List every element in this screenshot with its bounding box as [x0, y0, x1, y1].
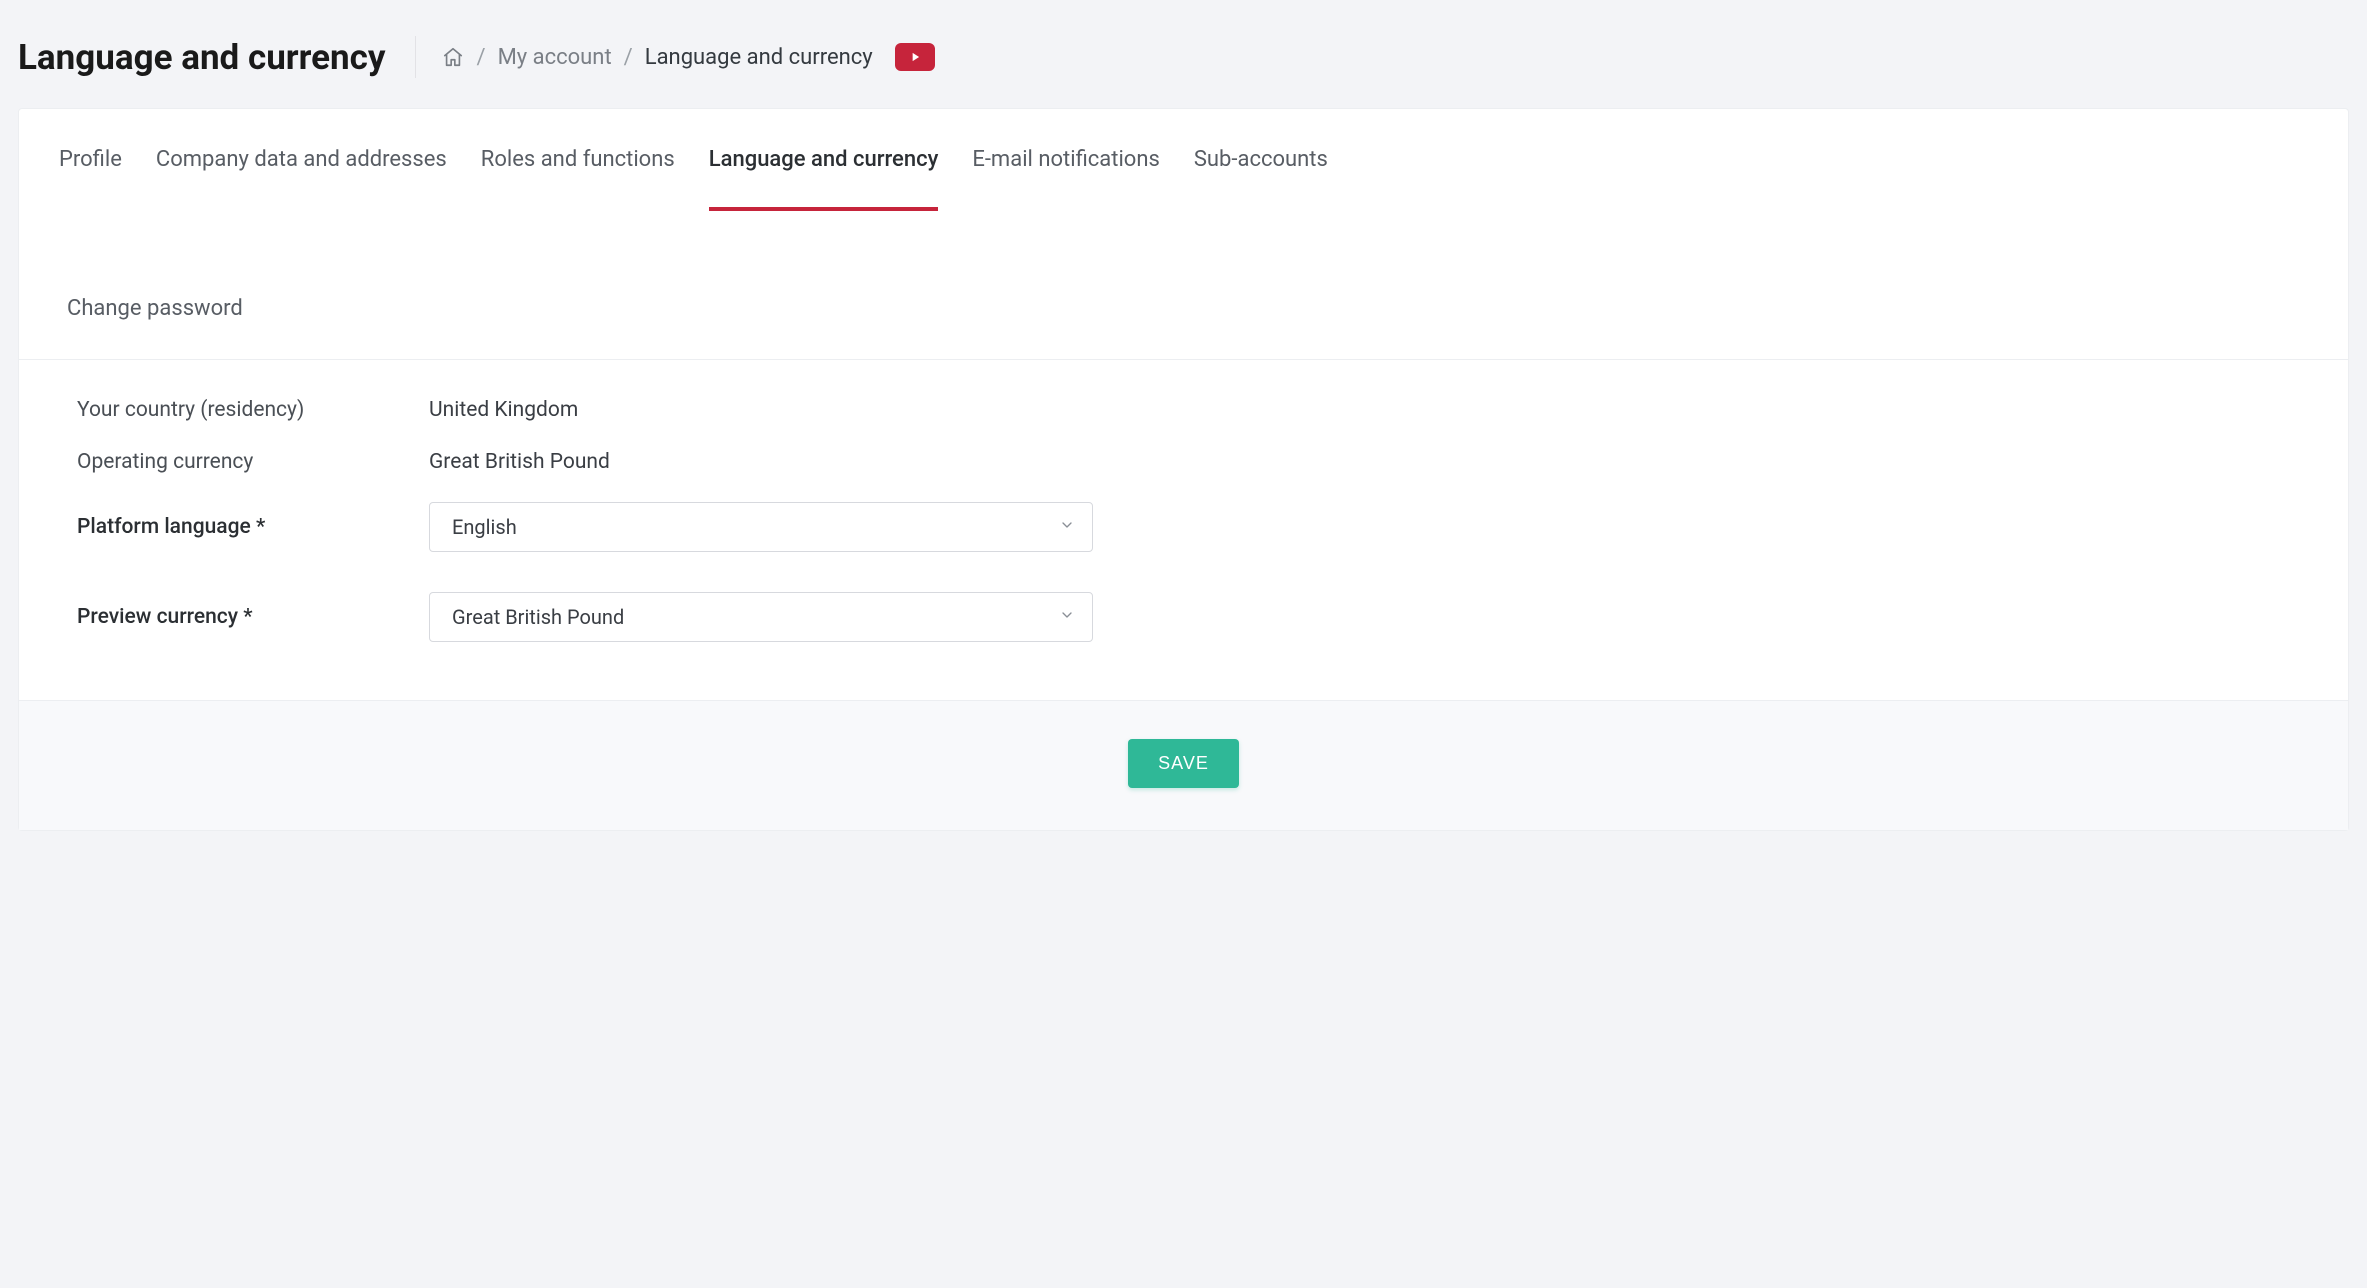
value-operating-currency: Great British Pound	[429, 450, 610, 474]
tab-bar: Profile Company data and addresses Roles…	[19, 109, 2348, 360]
breadcrumb-separator: /	[624, 45, 633, 70]
breadcrumb: / My account / Language and currency	[442, 43, 934, 71]
label-preview-currency: Preview currency *	[77, 605, 429, 629]
tab-email-notifications[interactable]: E-mail notifications	[972, 139, 1160, 210]
page-header: Language and currency / My account / Lan…	[18, 18, 2349, 108]
save-button[interactable]: SAVE	[1128, 739, 1239, 788]
tab-language-currency[interactable]: Language and currency	[709, 139, 939, 210]
tab-change-password[interactable]: Change password	[59, 288, 243, 359]
breadcrumb-separator: /	[476, 45, 485, 70]
form-area: Your country (residency) United Kingdom …	[19, 360, 2348, 700]
tab-sub-accounts[interactable]: Sub-accounts	[1194, 139, 1328, 210]
page-title: Language and currency	[18, 37, 415, 78]
select-preview-currency[interactable]: Great British Pound	[429, 592, 1093, 642]
value-country: United Kingdom	[429, 398, 578, 422]
divider	[415, 36, 416, 78]
tab-profile[interactable]: Profile	[59, 139, 122, 210]
row-preview-currency: Preview currency * Great British Pound	[77, 592, 2290, 642]
label-operating-currency: Operating currency	[77, 450, 429, 474]
settings-card: Profile Company data and addresses Roles…	[18, 108, 2349, 831]
select-platform-language-wrap: English	[429, 502, 1093, 552]
form-footer: SAVE	[19, 700, 2348, 830]
tab-roles[interactable]: Roles and functions	[481, 139, 675, 210]
label-platform-language: Platform language *	[77, 515, 429, 539]
tab-company-data[interactable]: Company data and addresses	[156, 139, 447, 210]
tab-row-break	[59, 244, 2308, 254]
row-operating-currency: Operating currency Great British Pound	[77, 450, 2290, 474]
label-country: Your country (residency)	[77, 398, 429, 422]
row-platform-language: Platform language * English	[77, 502, 2290, 552]
row-country: Your country (residency) United Kingdom	[77, 398, 2290, 422]
video-help-icon[interactable]	[895, 43, 935, 71]
select-preview-currency-wrap: Great British Pound	[429, 592, 1093, 642]
breadcrumb-my-account[interactable]: My account	[498, 45, 612, 70]
home-icon[interactable]	[442, 46, 464, 68]
select-platform-language[interactable]: English	[429, 502, 1093, 552]
breadcrumb-current: Language and currency	[645, 45, 873, 70]
